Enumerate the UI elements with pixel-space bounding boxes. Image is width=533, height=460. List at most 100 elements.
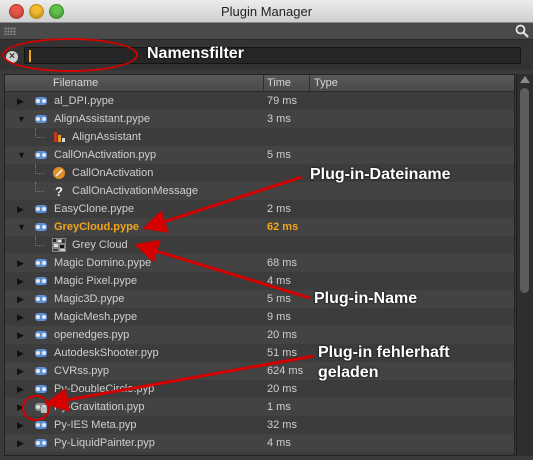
column-header-type[interactable]: Type	[314, 77, 338, 89]
filter-highlight-ellipse	[2, 38, 138, 72]
python-file-icon	[34, 346, 48, 360]
plugin-entry-row[interactable]: AlignAssistant	[5, 128, 514, 146]
plugin-list: Filename Time Type ▶ al_DPI.pype 79 ms ▼ Ali…	[4, 74, 515, 456]
plugin-file-row[interactable]: ▶ MagicMesh.pype 9 ms	[5, 308, 514, 326]
plugin-file-row[interactable]: ▶ Magic3D.pype 5 ms	[5, 290, 514, 308]
plugin-name: openedges.pyp	[54, 329, 130, 341]
plugin-entry-row[interactable]: Grey Cloud	[5, 236, 514, 254]
load-time: 3 ms	[267, 113, 291, 125]
expanded-triangle-icon[interactable]: ▼	[17, 223, 26, 232]
load-time: 1 ms	[267, 401, 291, 413]
load-time: 68 ms	[267, 257, 297, 269]
tree-connector-line	[35, 236, 44, 246]
python-file-icon	[34, 94, 48, 108]
load-time: 4 ms	[267, 275, 291, 287]
collapsed-triangle-icon[interactable]: ▶	[17, 313, 25, 322]
vertical-scrollbar[interactable]	[516, 74, 533, 456]
python-file-icon	[34, 274, 48, 288]
plugin-file-row[interactable]: ▶ Magic Pixel.pype 4 ms	[5, 272, 514, 290]
window-title: Plugin Manager	[220, 4, 313, 19]
load-time: 2 ms	[267, 203, 291, 215]
column-separator[interactable]	[263, 75, 264, 91]
plugin-name: Py-Gravitation.pyp	[54, 401, 145, 413]
collapsed-triangle-icon[interactable]: ▶	[17, 385, 25, 394]
plugin-file-row[interactable]: ▼ AlignAssistant.pype 3 ms	[5, 110, 514, 128]
load-time: 624 ms	[267, 365, 304, 377]
tree-connector-line	[35, 182, 44, 192]
plugin-entry-row[interactable]: ? CallOnActivationMessage	[5, 182, 514, 200]
plugin-file-row[interactable]: ▼ GreyCloud.pype 62 ms	[5, 218, 514, 236]
plugin-file-row[interactable]: ▼ CallOnActivation.pyp 5 ms	[5, 146, 514, 164]
python-file-icon	[34, 310, 48, 324]
plugin-file-row[interactable]: ▶ Magic Domino.pype 68 ms	[5, 254, 514, 272]
scroll-up-arrow-icon[interactable]	[520, 76, 530, 83]
load-time: 5 ms	[267, 293, 291, 305]
collapsed-triangle-icon[interactable]: ▶	[17, 367, 25, 376]
plugin-file-row[interactable]: ▶ al_DPI.pype 79 ms	[5, 92, 514, 110]
python-file-icon	[34, 112, 48, 126]
plugin-file-row[interactable]: ▶ Py-IES Meta.pyp 32 ms	[5, 416, 514, 434]
plugin-name: CallOnActivation	[72, 167, 154, 179]
collapsed-triangle-icon[interactable]: ▶	[17, 259, 25, 268]
plugin-pen-icon	[52, 166, 66, 180]
plugin-file-row[interactable]: ▶ EasyClone.pype 2 ms	[5, 200, 514, 218]
expanded-triangle-icon[interactable]: ▼	[17, 151, 26, 160]
plugin-name: EasyClone.pype	[54, 203, 135, 215]
python-file-icon	[34, 148, 48, 162]
python-file-icon	[34, 328, 48, 342]
error-icon-highlight-ellipse	[22, 395, 50, 421]
plugin-name: AutodeskShooter.pyp	[54, 347, 159, 359]
column-header-time[interactable]: Time	[267, 77, 291, 89]
collapsed-triangle-icon[interactable]: ▶	[17, 295, 25, 304]
collapsed-triangle-icon[interactable]: ▶	[17, 349, 25, 358]
plugin-name: Grey Cloud	[72, 239, 128, 251]
plugin-name: Magic Pixel.pype	[54, 275, 138, 287]
load-time: 20 ms	[267, 329, 297, 341]
plugin-name: GreyCloud.pype	[54, 221, 139, 233]
python-file-icon	[34, 382, 48, 396]
collapsed-triangle-icon[interactable]: ▶	[17, 277, 25, 286]
collapsed-triangle-icon[interactable]: ▶	[17, 97, 25, 106]
collapsed-triangle-icon[interactable]: ▶	[17, 205, 25, 214]
list-header: Filename Time Type	[5, 75, 514, 92]
expanded-triangle-icon[interactable]: ▼	[17, 115, 26, 124]
load-time: 79 ms	[267, 95, 297, 107]
column-header-filename[interactable]: Filename	[53, 77, 98, 89]
tree-connector-line	[35, 128, 44, 138]
title-bar: Plugin Manager	[0, 0, 533, 23]
plugin-name: al_DPI.pype	[54, 95, 114, 107]
plugin-file-row[interactable]: ▶ Py-LiquidPainter.pyp 4 ms	[5, 434, 514, 452]
plugin-name: Magic3D.pype	[54, 293, 125, 305]
load-time: 9 ms	[267, 311, 291, 323]
annotation-name-filter: Namensfilter	[147, 45, 244, 62]
plugin-file-row[interactable]: ▶ Py-DoubleCircle.pyp 20 ms	[5, 380, 514, 398]
load-time: 32 ms	[267, 419, 297, 431]
search-icon[interactable]	[514, 23, 530, 39]
load-time: 51 ms	[267, 347, 297, 359]
plugin-file-row[interactable]: ▶ Py-Gravitation.pyp 1 ms	[5, 398, 514, 416]
python-file-icon	[34, 364, 48, 378]
load-time: 62 ms	[267, 221, 299, 233]
column-separator[interactable]	[309, 75, 310, 91]
plugin-name: CallOnActivationMessage	[72, 185, 198, 197]
python-file-icon	[34, 220, 48, 234]
python-file-icon	[34, 292, 48, 306]
plugin-name: Py-LiquidPainter.pyp	[54, 437, 155, 449]
collapsed-triangle-icon[interactable]: ▶	[17, 421, 25, 430]
python-file-icon	[34, 202, 48, 216]
plugin-file-row[interactable]: ▶ CVRss.pyp 624 ms	[5, 362, 514, 380]
collapsed-triangle-icon[interactable]: ▶	[17, 439, 25, 448]
annotation-plugin-error-line2: geladen	[318, 364, 379, 381]
scrollbar-thumb[interactable]	[520, 88, 529, 293]
annotation-plugin-filename: Plug-in-Dateiname	[310, 166, 451, 183]
plugin-name: CallOnActivation.pyp	[54, 149, 157, 161]
collapsed-triangle-icon[interactable]: ▶	[17, 331, 25, 340]
plugin-name: AlignAssistant	[72, 131, 142, 143]
plugin-file-row[interactable]: ▶ openedges.pyp 20 ms	[5, 326, 514, 344]
question-mark-icon: ?	[52, 184, 66, 199]
tree-connector-line	[35, 164, 44, 174]
annotation-plugin-error-line1: Plug-in fehlerhaft	[318, 344, 450, 361]
noise-texture-icon	[52, 238, 66, 252]
grip-handle-icon[interactable]	[4, 27, 16, 35]
load-time: 5 ms	[267, 149, 291, 161]
